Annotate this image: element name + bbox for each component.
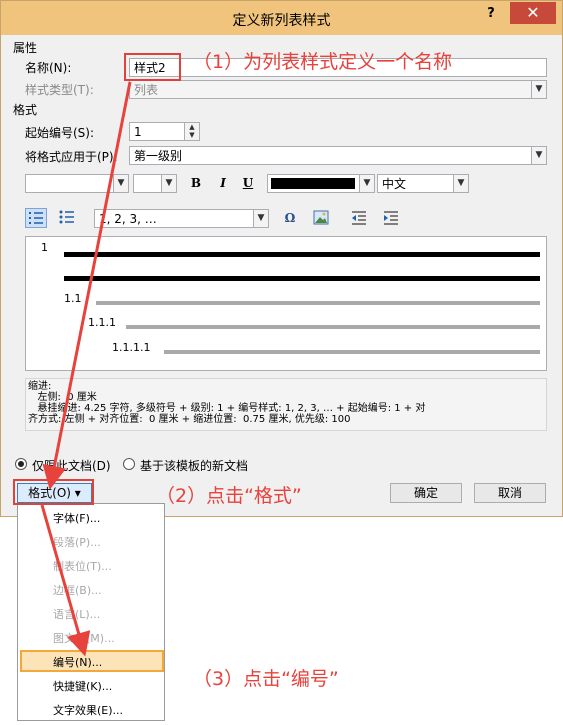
annotation-step2: （2）点击“格式”	[156, 485, 302, 507]
annotation-arrows	[40, 81, 132, 657]
arrow-step1	[42, 81, 132, 490]
arrow-step2	[40, 504, 91, 657]
annotation-step1: （1）为列表样式定义一个名称	[193, 51, 453, 73]
annotation-step3: （3）点击“编号”	[193, 668, 339, 690]
